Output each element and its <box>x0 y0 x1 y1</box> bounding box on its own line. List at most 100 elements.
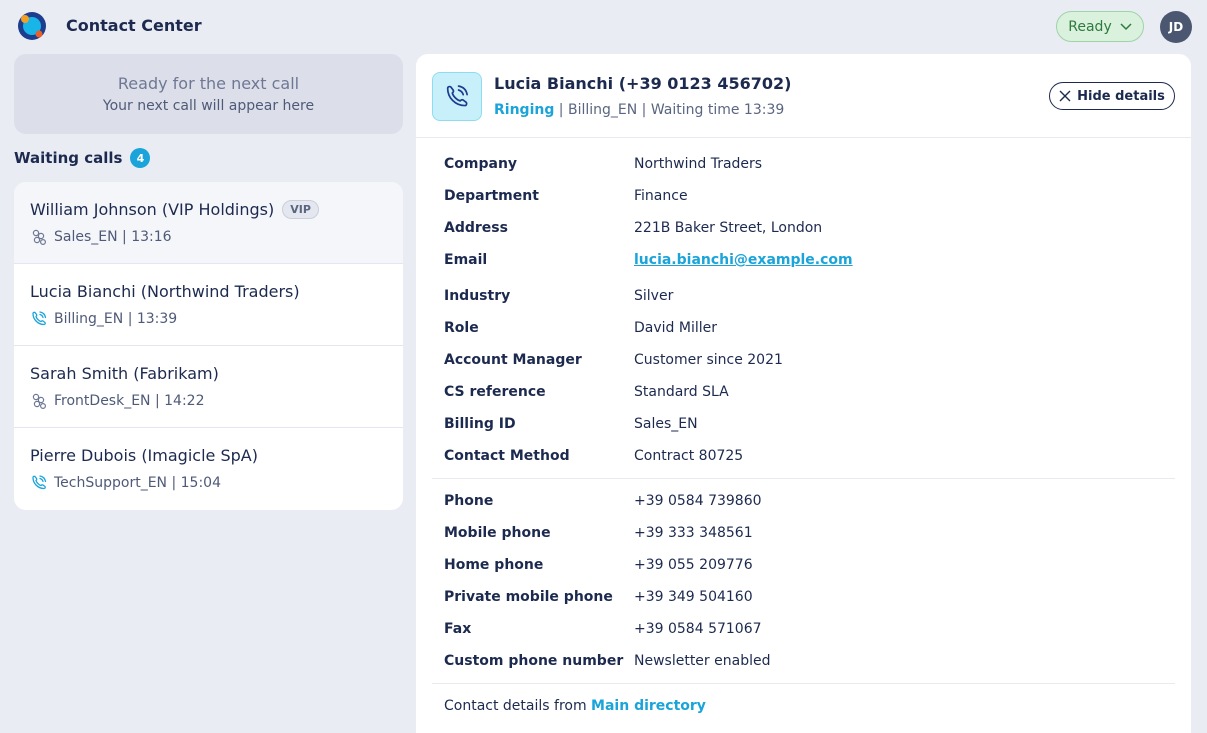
waiting-call-item[interactable]: William Johnson (VIP Holdings) VIP Sales… <box>14 182 403 264</box>
field-role: Role David Miller <box>444 320 1164 338</box>
hide-details-label: Hide details <box>1077 88 1165 104</box>
phone-ringing-icon <box>432 72 482 121</box>
app-logo-icon <box>17 11 47 41</box>
header-divider <box>416 137 1191 138</box>
field-industry: Industry Silver <box>444 288 1164 306</box>
call-queue-time: Billing_EN | 13:39 <box>54 311 178 327</box>
field-contact-method: Contact Method Contract 80725 <box>444 448 1164 466</box>
contact-source-prefix: Contact details from <box>444 698 592 714</box>
field-email: Email lucia.bianchi@example.com <box>444 252 1164 270</box>
phone-value[interactable]: +39 349 504160 <box>634 589 753 605</box>
field-label: Contact Method <box>444 448 570 464</box>
caller-name: Sarah Smith (Fabrikam) <box>30 364 219 383</box>
field-value: 221B Baker Street, London <box>634 220 823 236</box>
user-avatar[interactable]: JD <box>1160 11 1192 43</box>
field-label: Company <box>444 156 518 172</box>
field-account-manager: Account Manager Customer since 2021 <box>444 352 1164 370</box>
ready-subtitle: Your next call will appear here <box>102 98 315 114</box>
vip-badge: VIP <box>282 200 319 219</box>
caller-name: William Johnson (VIP Holdings) <box>30 200 275 219</box>
field-billing-id: Billing ID Sales_EN <box>444 416 1164 434</box>
caller-name: Lucia Bianchi (Northwind Traders) <box>30 282 300 301</box>
phone-value[interactable]: +39 055 209776 <box>634 557 753 573</box>
field-label: CS reference <box>444 384 546 400</box>
agent-status-dropdown[interactable]: Ready <box>1056 11 1144 42</box>
phone-value[interactable]: +39 0584 571067 <box>634 621 762 637</box>
call-name-row: Sarah Smith (Fabrikam) <box>30 364 219 383</box>
main-directory-link[interactable]: Main directory <box>591 698 706 714</box>
field-address: Address 221B Baker Street, London <box>444 220 1164 238</box>
field-value: Sales_EN <box>634 416 698 432</box>
field-label: Department <box>444 188 539 204</box>
email-link[interactable]: lucia.bianchi@example.com <box>634 252 853 268</box>
field-label: Fax <box>444 621 472 637</box>
caller-heading: Lucia Bianchi (+39 0123 456702) <box>494 74 792 93</box>
phone-value[interactable]: +39 0584 739860 <box>634 493 762 509</box>
waiting-calls-title: Waiting calls <box>14 149 123 167</box>
contact-source-note: Contact details from Main directory <box>444 698 706 714</box>
field-label: Address <box>444 220 508 236</box>
call-meta: Sales_EN | 13:16 <box>30 228 172 246</box>
phone-ringing-icon <box>32 475 47 490</box>
field-value: Finance <box>634 188 688 204</box>
field-label: Billing ID <box>444 416 516 432</box>
call-queue-time: TechSupport_EN | 15:04 <box>54 475 221 491</box>
caller-queue-wait: | Billing_EN | Waiting time 13:39 <box>554 102 785 118</box>
hide-details-button[interactable]: Hide details <box>1049 82 1175 110</box>
field-value: Northwind Traders <box>634 156 763 172</box>
field-value: Newsletter enabled <box>634 653 771 669</box>
field-fax: Fax +39 0584 571067 <box>444 621 1164 639</box>
field-phone: Phone +39 0584 739860 <box>444 493 1164 511</box>
waiting-calls-list: William Johnson (VIP Holdings) VIP Sales… <box>14 182 403 510</box>
waiting-calls-count-badge: 4 <box>130 148 151 168</box>
call-queue-time: Sales_EN | 13:16 <box>54 229 172 245</box>
section-divider <box>432 683 1175 684</box>
field-value: Customer since 2021 <box>634 352 783 368</box>
group-icon <box>32 393 47 410</box>
phone-ringing-icon <box>32 311 47 326</box>
close-icon <box>1059 90 1071 102</box>
ready-status-panel: Ready for the next call Your next call w… <box>14 54 403 134</box>
call-name-row: Pierre Dubois (Imagicle SpA) <box>30 446 258 465</box>
field-cs-reference: CS reference Standard SLA <box>444 384 1164 402</box>
field-home-phone: Home phone +39 055 209776 <box>444 557 1164 575</box>
ready-title: Ready for the next call <box>117 74 300 93</box>
field-value: Standard SLA <box>634 384 729 400</box>
call-meta: FrontDesk_EN | 14:22 <box>30 392 205 410</box>
field-label: Industry <box>444 288 511 304</box>
field-label: Private mobile phone <box>444 589 613 605</box>
field-value: David Miller <box>634 320 717 336</box>
field-value-wrap: lucia.bianchi@example.com <box>634 252 853 268</box>
field-company: Company Northwind Traders <box>444 156 1164 174</box>
agent-status-label: Ready <box>1068 18 1112 35</box>
waiting-calls-header: Waiting calls 4 <box>14 148 151 168</box>
field-label: Mobile phone <box>444 525 551 541</box>
field-department: Department Finance <box>444 188 1164 206</box>
call-queue-time: FrontDesk_EN | 14:22 <box>54 393 205 409</box>
field-mobile-phone: Mobile phone +39 333 348561 <box>444 525 1164 543</box>
field-label: Account Manager <box>444 352 582 368</box>
contact-details-panel: Lucia Bianchi (+39 0123 456702) Ringing … <box>416 54 1191 733</box>
app-title: Contact Center <box>66 16 202 35</box>
field-label: Custom phone number <box>444 653 624 669</box>
section-divider <box>432 478 1175 479</box>
caller-name: Pierre Dubois (Imagicle SpA) <box>30 446 258 465</box>
call-name-row: Lucia Bianchi (Northwind Traders) <box>30 282 300 301</box>
phone-value[interactable]: +39 333 348561 <box>634 525 753 541</box>
field-custom-phone-number: Custom phone number Newsletter enabled <box>444 653 1164 671</box>
call-meta: Billing_EN | 13:39 <box>30 310 177 328</box>
call-name-row: William Johnson (VIP Holdings) VIP <box>30 200 319 219</box>
waiting-call-item[interactable]: Pierre Dubois (Imagicle SpA) TechSupport… <box>14 428 403 510</box>
group-icon <box>32 229 47 246</box>
field-label: Phone <box>444 493 494 509</box>
field-label: Email <box>444 252 488 268</box>
field-label: Role <box>444 320 479 336</box>
caller-status-line: Ringing | Billing_EN | Waiting time 13:3… <box>494 102 784 118</box>
top-bar: Contact Center Ready JD <box>0 0 1207 52</box>
call-meta: TechSupport_EN | 15:04 <box>30 474 221 492</box>
waiting-call-item[interactable]: Sarah Smith (Fabrikam) FrontDesk_EN | 14… <box>14 346 403 428</box>
ringing-status: Ringing <box>494 102 555 118</box>
waiting-call-item[interactable]: Lucia Bianchi (Northwind Traders) Billin… <box>14 264 403 346</box>
field-value: Contract 80725 <box>634 448 744 464</box>
field-private-mobile-phone: Private mobile phone +39 349 504160 <box>444 589 1164 607</box>
